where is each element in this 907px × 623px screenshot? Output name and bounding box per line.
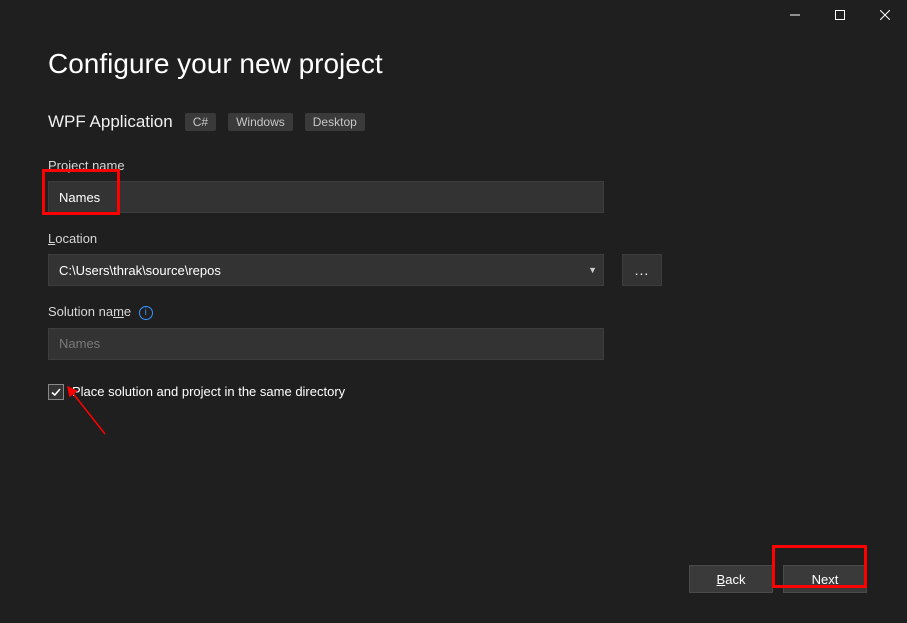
template-tag-type: Desktop [305,113,365,131]
maximize-button[interactable] [817,0,862,30]
window-titlebar [0,0,907,30]
project-name-label: Project name [48,158,859,173]
back-button[interactable]: Back [689,565,773,593]
maximize-icon [835,10,845,20]
minimize-icon [790,10,800,20]
next-button[interactable]: Next [783,565,867,593]
template-row: WPF Application C# Windows Desktop [48,112,859,132]
close-icon [880,10,890,20]
template-tag-platform: Windows [228,113,293,131]
solution-name-label: Solution name i [48,304,859,320]
location-select[interactable]: C:\Users\thrak\source\repos ▼ [48,254,604,286]
info-icon[interactable]: i [139,306,153,320]
checkmark-icon [50,386,62,398]
location-value: C:\Users\thrak\source\repos [59,263,221,278]
same-directory-checkbox-row[interactable]: Place solution and project in the same d… [48,384,859,400]
template-tag-lang: C# [185,113,216,131]
dialog-content: Configure your new project WPF Applicati… [0,48,907,400]
same-directory-checkbox[interactable] [48,384,64,400]
close-button[interactable] [862,0,907,30]
same-directory-label: Place solution and project in the same d… [72,384,345,399]
footer-buttons: Back Next [689,565,867,593]
chevron-down-icon: ▼ [588,265,597,275]
browse-label: ... [635,262,650,278]
minimize-button[interactable] [772,0,817,30]
solution-name-input [48,328,604,360]
template-name: WPF Application [48,112,173,132]
browse-button[interactable]: ... [622,254,662,286]
project-name-input[interactable] [48,181,604,213]
page-title: Configure your new project [48,48,859,80]
location-label: Location [48,231,859,246]
